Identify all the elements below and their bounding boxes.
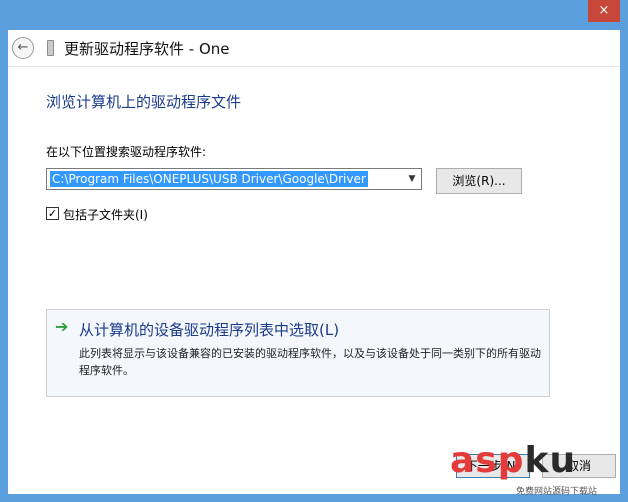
close-button[interactable]: × [588,0,620,22]
watermark-subtitle: 免费网站源码下载站 [516,487,598,497]
dialog-content: 浏览计算机上的驱动程序文件 在以下位置搜索驱动程序软件: C:\Program … [8,67,620,494]
include-subfolders-label[interactable]: 包括子文件夹(I) [63,206,148,223]
watermark-logo: aspku [450,440,576,481]
watermark-suffix: ku [524,440,577,481]
search-location-label: 在以下位置搜索驱动程序软件: [46,145,207,159]
watermark-main: asp [450,440,525,481]
pick-from-list-title[interactable]: 从计算机的设备驱动程序列表中选取(L) [79,319,339,340]
pick-from-list-description: 此列表将显示与该设备兼容的已安装的驱动程序软件，以及与该设备处于同一类别下的所有… [79,347,541,377]
close-icon: × [598,3,610,18]
chevron-down-icon[interactable]: ▼ [405,170,419,188]
back-button[interactable]: ← [12,37,34,59]
include-subfolders-checkbox[interactable]: ✓ [46,207,59,220]
window-title: 更新驱动程序软件 - One [64,40,230,58]
green-arrow-icon: ➔ [55,317,69,336]
device-icon [47,40,54,56]
window-frame: × ← 更新驱动程序软件 - One 浏览计算机上的驱动程序文件 在以下位置搜索… [0,0,628,502]
dialog-header: ← 更新驱动程序软件 - One [8,30,620,67]
path-input-value[interactable]: C:\Program Files\ONEPLUS\USB Driver\Goog… [50,171,368,187]
browse-button[interactable]: 浏览(R)... [436,168,522,194]
back-arrow-icon: ← [17,40,29,55]
pick-from-list-link[interactable]: ➔ 从计算机的设备驱动程序列表中选取(L) 此列表将显示与该设备兼容的已安装的驱… [46,309,550,397]
page-heading: 浏览计算机上的驱动程序文件 [46,93,242,111]
path-combobox[interactable]: C:\Program Files\ONEPLUS\USB Driver\Goog… [46,168,422,190]
